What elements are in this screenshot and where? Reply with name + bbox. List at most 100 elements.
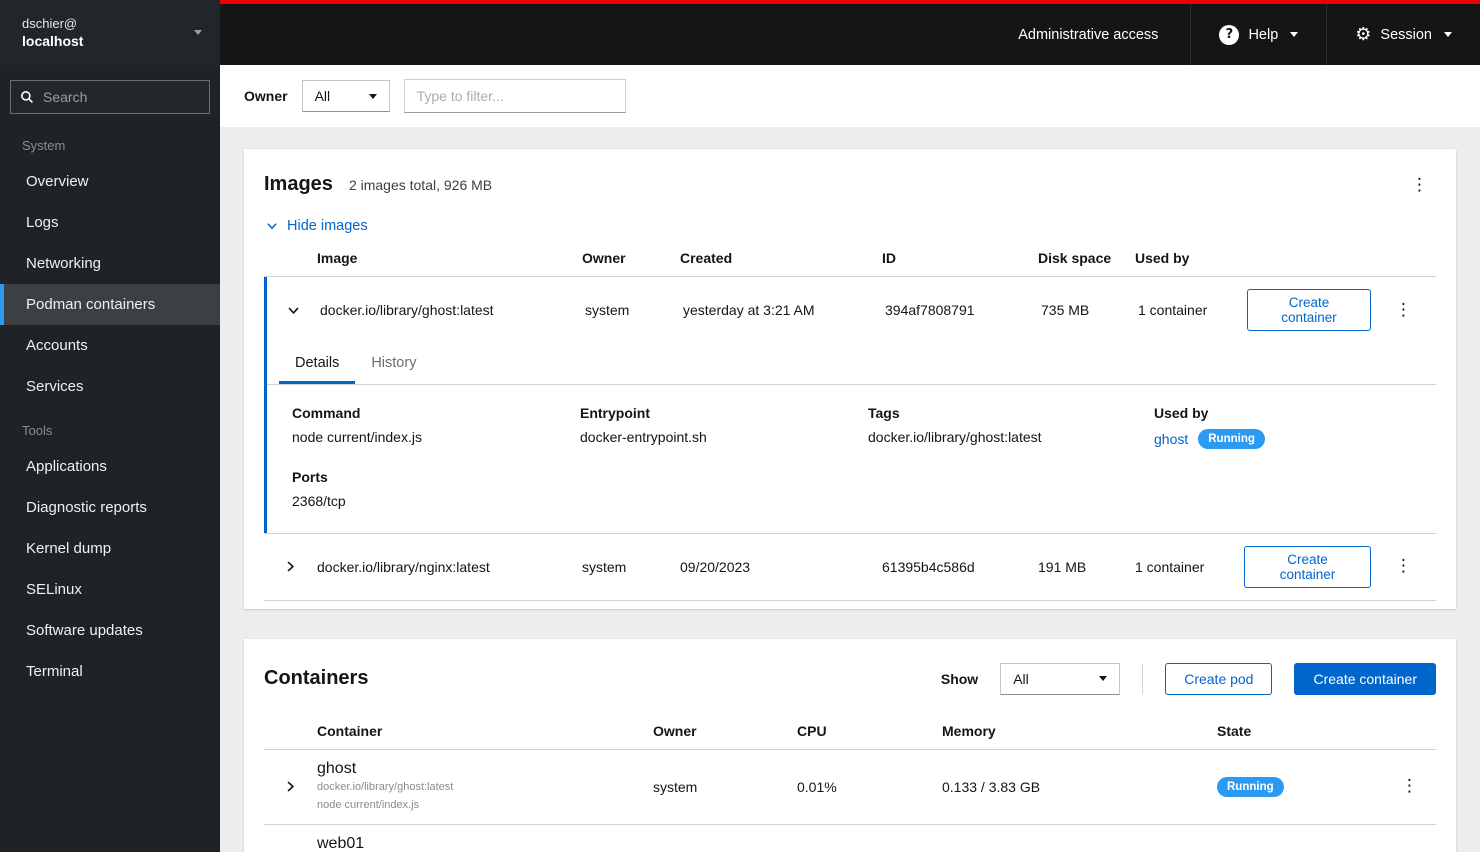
table-row[interactable]: web01 docker.io/library/nginx:latest ngi… (264, 825, 1436, 852)
session-menu[interactable]: ⚙ Session (1326, 4, 1480, 65)
row-expand-toggle[interactable] (280, 556, 301, 577)
sidebar-item-kernel-dump[interactable]: Kernel dump (0, 528, 220, 569)
show-select[interactable]: All (1000, 662, 1121, 695)
sidebar-item-overview[interactable]: Overview (0, 161, 220, 202)
container-command: node current/index.js (317, 798, 420, 811)
chevron-down-icon (1290, 32, 1299, 37)
help-icon: ? (1219, 24, 1240, 45)
ports-value: 2368/tcp (292, 492, 346, 509)
images-kebab-button[interactable]: ⋮ (1403, 175, 1436, 196)
filter-input[interactable] (403, 79, 626, 113)
sidebar-search (10, 80, 210, 114)
image-id: 61395b4c586d (882, 558, 975, 575)
images-title: Images (264, 173, 333, 195)
owner-filter-label: Owner (244, 88, 288, 104)
search-input[interactable] (10, 80, 210, 114)
sidebar-item-terminal[interactable]: Terminal (0, 651, 220, 692)
image-used-by: 1 container (1135, 558, 1205, 575)
sidebar-item-selinux[interactable]: SELinux (0, 569, 220, 610)
row-expand-toggle[interactable] (283, 300, 304, 321)
col-memory: Memory (942, 722, 996, 739)
container-owner: system (653, 778, 698, 795)
col-cpu: CPU (797, 722, 827, 739)
chevron-right-icon (287, 782, 294, 792)
sidebar-item-podman-containers[interactable]: Podman containers (0, 284, 220, 325)
table-row[interactable]: docker.io/library/nginx:latest system 09… (264, 532, 1436, 601)
image-row-expanded-group: docker.io/library/ghost:latest system ye… (264, 277, 1436, 533)
create-pod-button[interactable]: Create pod (1165, 662, 1273, 695)
container-owner: system (653, 844, 797, 852)
sidebar-item-applications[interactable]: Applications (0, 446, 220, 487)
tags-label: Tags (868, 405, 900, 421)
sidebar-item-software-updates[interactable]: Software updates (0, 610, 220, 651)
masthead-hostname: localhost (22, 33, 84, 49)
tab-details[interactable]: Details (279, 345, 356, 384)
chevron-down-icon (1444, 32, 1452, 37)
show-select-value: All (1013, 670, 1029, 687)
host-switcher-text: dschier@ localhost (22, 16, 83, 49)
col-owner: Owner (582, 250, 626, 266)
image-created: 09/20/2023 (680, 558, 751, 575)
sidebar-item-diagnostic-reports[interactable]: Diagnostic reports (0, 487, 220, 528)
nav-section-tools: Tools (22, 423, 53, 438)
chevron-down-icon (1099, 676, 1108, 682)
sidebar-item-accounts[interactable]: Accounts (0, 325, 220, 366)
used-by-container-link[interactable]: ghost (1154, 431, 1188, 447)
host-switcher[interactable]: dschier@ localhost (0, 0, 220, 65)
owner-select[interactable]: All (301, 80, 390, 112)
containers-table-header: Container Owner CPU Memory State (264, 713, 1436, 750)
tab-history[interactable]: History (355, 345, 432, 384)
image-name: docker.io/library/ghost:latest (320, 302, 494, 318)
image-row-kebab-button[interactable]: ⋮ (1387, 300, 1420, 321)
containers-table: Container Owner CPU Memory State ghost d… (264, 713, 1436, 852)
owner-select-value: All (314, 88, 331, 104)
content-area: Images 2 images total, 926 MB ⋮ Hide ima… (220, 127, 1480, 852)
image-owner: system (585, 302, 630, 318)
table-row[interactable]: ghost docker.io/library/ghost:latest nod… (264, 750, 1436, 825)
kebab-icon: ⋮ (1395, 299, 1412, 320)
col-state: State (1217, 722, 1252, 739)
sidebar-item-logs[interactable]: Logs (0, 202, 220, 243)
sidebar-nav: System Overview Logs Networking Podman c… (0, 65, 220, 852)
kebab-icon: ⋮ (1411, 175, 1428, 195)
container-row-kebab-button[interactable]: ⋮ (1393, 776, 1426, 797)
create-container-button[interactable]: Create container (1244, 545, 1371, 588)
kebab-icon: ⋮ (1395, 556, 1412, 577)
entrypoint-value: docker-entrypoint.sh (580, 429, 707, 445)
hide-images-toggle[interactable]: Hide images (266, 218, 368, 234)
col-image: Image (317, 250, 358, 266)
image-detail-tabs: Details History (267, 345, 1436, 385)
sidebar-item-networking[interactable]: Networking (0, 243, 220, 284)
sidebar-item-services[interactable]: Services (0, 366, 220, 407)
kebab-icon: ⋮ (1401, 776, 1418, 797)
chevron-down-icon (267, 223, 277, 229)
chevron-down-icon (194, 30, 202, 35)
administrative-access-label: Administrative access (1018, 26, 1159, 43)
image-id: 394af7808791 (885, 302, 975, 318)
help-menu[interactable]: ? Help (1190, 4, 1326, 65)
tags-value: docker.io/library/ghost:latest (868, 429, 1042, 445)
command-label: Command (292, 405, 361, 421)
cockpit-app: dschier@ localhost Administrative access… (0, 0, 1480, 852)
show-filter-label: Show (940, 670, 979, 687)
image-disk-space: 735 MB (1041, 302, 1090, 318)
help-label: Help (1248, 26, 1279, 43)
image-owner: system (582, 558, 627, 575)
divider (1142, 663, 1144, 694)
col-used-by: Used by (1135, 250, 1190, 266)
containers-card: Containers Show All Create pod Create co… (244, 638, 1456, 852)
row-expand-toggle[interactable] (280, 776, 301, 797)
masthead-username: dschier@ (22, 16, 78, 31)
image-used-by: 1 container (1138, 302, 1208, 318)
images-table: Image Owner Created ID Disk space Used b… (264, 240, 1436, 601)
command-value: node current/index.js (292, 429, 422, 445)
image-row-kebab-button[interactable]: ⋮ (1387, 556, 1420, 577)
create-container-button[interactable]: Create container (1294, 662, 1436, 695)
gear-icon: ⚙ (1355, 23, 1372, 45)
table-row[interactable]: docker.io/library/ghost:latest system ye… (267, 277, 1436, 343)
images-table-header: Image Owner Created ID Disk space Used b… (264, 240, 1436, 277)
col-id: ID (882, 250, 896, 266)
container-cpu: 0.01% (797, 778, 837, 795)
create-container-button[interactable]: Create container (1247, 289, 1371, 331)
filter-toolbar: Owner All (220, 65, 1480, 127)
